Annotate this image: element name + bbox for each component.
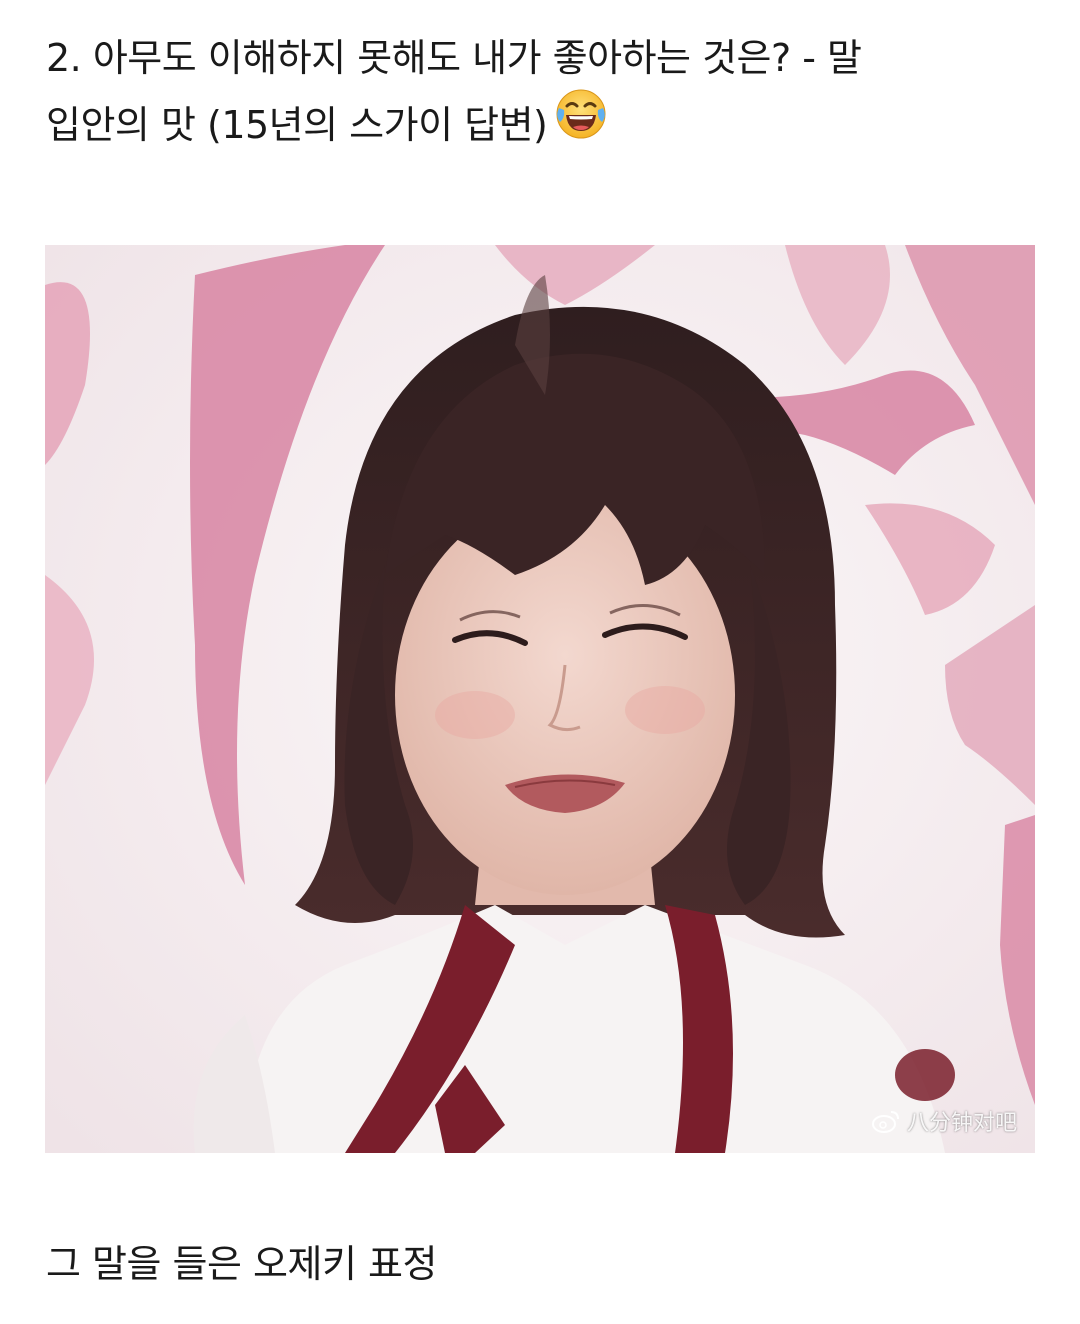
heading-line-1: 2. 아무도 이해하지 못해도 내가 좋아하는 것은? - 말: [46, 36, 862, 80]
photo-watermark: 八分钟对吧: [871, 1105, 1017, 1137]
heading-line-2: 입안의 맛 (15년의 스가이 답변): [46, 89, 1036, 165]
post-caption: 그 말을 들은 오제키 표정: [46, 1242, 437, 1286]
watermark-text: 八分钟对吧: [906, 1111, 1017, 1136]
face-with-tears-of-joy-icon: [553, 86, 609, 161]
weibo-icon: [871, 1108, 901, 1134]
post: 2. 아무도 이해하지 못해도 내가 좋아하는 것은? - 말 입안의 맛 (1…: [0, 0, 1080, 1324]
post-heading: 2. 아무도 이해하지 못해도 내가 좋아하는 것은? - 말 입안의 맛 (1…: [46, 26, 1036, 165]
reaction-photo: 八分钟对吧: [45, 245, 1035, 1153]
heading-line-2-text: 입안의 맛 (15년의 스가이 답변): [46, 103, 548, 147]
photo-illustration: [45, 245, 1035, 1153]
